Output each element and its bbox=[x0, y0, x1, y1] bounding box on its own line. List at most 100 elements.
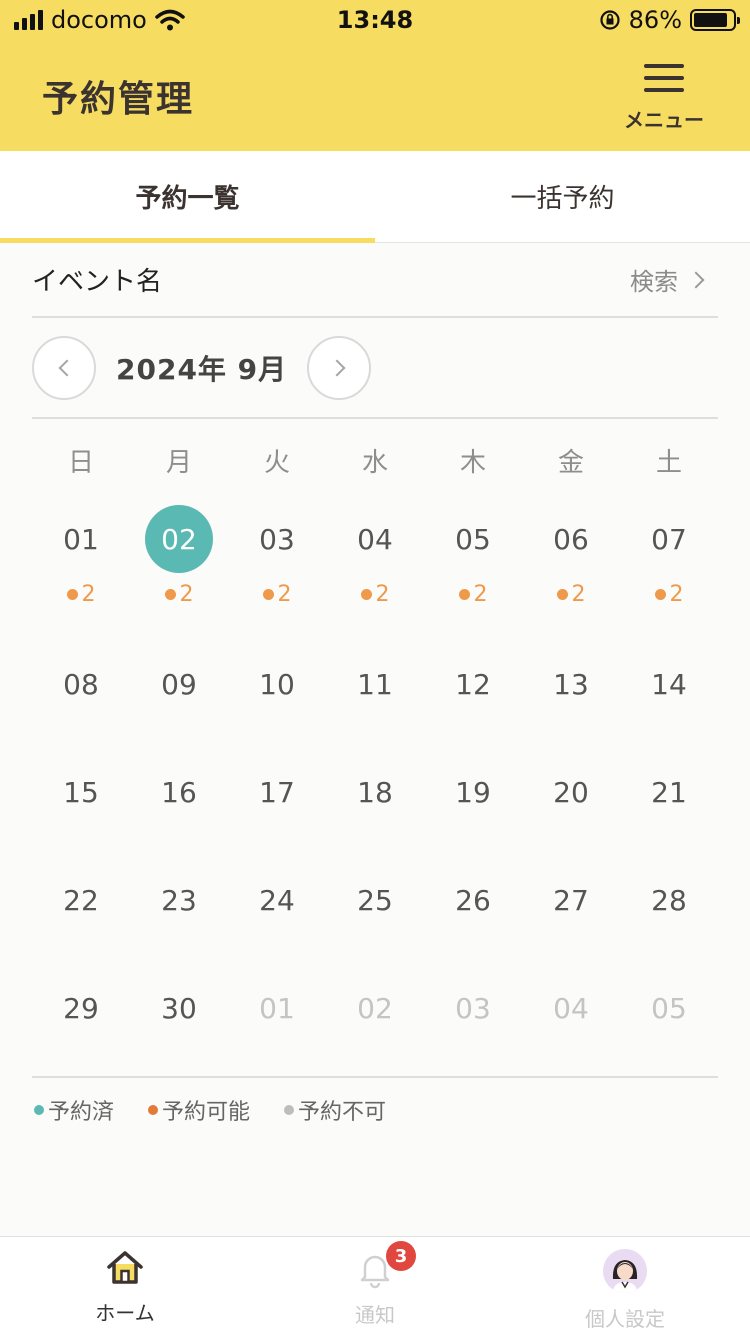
battery-percent: 86% bbox=[628, 6, 682, 34]
availability-dot bbox=[654, 588, 666, 600]
avatar-icon bbox=[603, 1249, 647, 1293]
event-name-row[interactable]: イベント名 検索 bbox=[32, 243, 718, 318]
nav-personal-settings-label: 個人設定 bbox=[585, 1307, 665, 1331]
availability-count: 2 bbox=[66, 581, 96, 607]
weekday-label: 月 bbox=[165, 447, 192, 478]
calendar-day[interactable]: 29 bbox=[32, 974, 130, 1042]
calendar-day[interactable]: 05 bbox=[620, 974, 718, 1042]
calendar-day[interactable]: 08 bbox=[32, 650, 130, 718]
tab-bulk-reservation[interactable]: 一括予約 bbox=[375, 151, 750, 242]
calendar-day[interactable]: 01 2 bbox=[32, 505, 130, 607]
chevron-right-icon bbox=[328, 359, 346, 376]
calendar-day[interactable]: 22 bbox=[32, 866, 130, 934]
availability-count: 2 bbox=[262, 581, 292, 607]
nav-notifications[interactable]: 3 通知 bbox=[250, 1237, 500, 1334]
calendar-day[interactable]: 04 bbox=[522, 974, 620, 1042]
calendar-day[interactable]: 05 2 bbox=[424, 505, 522, 607]
legend-item-unavailable: 予約不可 bbox=[284, 1094, 386, 1126]
orientation-lock-icon bbox=[600, 10, 620, 30]
calendar-day-number: 20 bbox=[553, 775, 589, 809]
calendar-day[interactable]: 21 bbox=[620, 758, 718, 826]
home-icon bbox=[107, 1251, 143, 1284]
availability-count-value: 2 bbox=[669, 581, 684, 607]
status-right: 86% bbox=[599, 6, 740, 34]
status-legend: 予約済 予約可能 予約不可 bbox=[34, 1094, 386, 1126]
calendar-day[interactable]: 02 2 bbox=[130, 505, 228, 607]
nav-home[interactable]: ホーム bbox=[0, 1237, 250, 1334]
calendar-day[interactable]: 26 bbox=[424, 866, 522, 934]
availability-count: 2 bbox=[654, 581, 684, 607]
calendar-day-number: 03 bbox=[259, 522, 295, 556]
availability-count-value: 2 bbox=[375, 581, 390, 607]
month-label: 2024年 9月 bbox=[116, 352, 288, 386]
calendar-day-number: 14 bbox=[651, 667, 687, 701]
calendar-day-number: 04 bbox=[357, 522, 393, 556]
calendar-day[interactable]: 14 bbox=[620, 650, 718, 718]
calendar-day-number: 11 bbox=[357, 667, 393, 701]
calendar-day[interactable]: 10 bbox=[228, 650, 326, 718]
calendar-day[interactable]: 19 bbox=[424, 758, 522, 826]
availability-dot bbox=[66, 588, 78, 600]
calendar-divider bbox=[32, 1076, 718, 1078]
calendar-week: 01 2 02 2 03 2 04 2 05 2 06 2 07 2 bbox=[32, 505, 718, 607]
calendar-day-number: 05 bbox=[455, 522, 491, 556]
calendar-day-number: 04 bbox=[553, 991, 589, 1025]
calendar-day[interactable]: 17 bbox=[228, 758, 326, 826]
calendar-day[interactable]: 18 bbox=[326, 758, 424, 826]
battery-icon bbox=[690, 9, 740, 31]
prev-month-button[interactable] bbox=[32, 335, 96, 400]
availability-count-value: 2 bbox=[473, 581, 488, 607]
calendar-day-number: 30 bbox=[161, 991, 197, 1025]
calendar-day-number: 17 bbox=[259, 775, 295, 809]
calendar-day-number: 10 bbox=[259, 667, 295, 701]
calendar-day[interactable]: 28 bbox=[620, 866, 718, 934]
calendar-day[interactable]: 03 bbox=[424, 974, 522, 1042]
calendar-day[interactable]: 03 2 bbox=[228, 505, 326, 607]
calendar-day-number: 23 bbox=[161, 883, 197, 917]
search-link[interactable]: 検索 bbox=[630, 262, 718, 297]
availability-count: 2 bbox=[458, 581, 488, 607]
calendar-day[interactable]: 12 bbox=[424, 650, 522, 718]
calendar-day-number: 25 bbox=[357, 883, 393, 917]
calendar-day[interactable]: 16 bbox=[130, 758, 228, 826]
calendar-day-number: 29 bbox=[63, 991, 99, 1025]
wifi-icon bbox=[155, 9, 185, 31]
calendar-day[interactable]: 07 2 bbox=[620, 505, 718, 607]
menu-button[interactable]: メニュー bbox=[618, 64, 710, 134]
calendar-day-number: 08 bbox=[63, 667, 99, 701]
calendar-day[interactable]: 01 bbox=[228, 974, 326, 1042]
calendar-day-number: 18 bbox=[357, 775, 393, 809]
calendar-day[interactable]: 02 bbox=[326, 974, 424, 1042]
tab-reservation-list[interactable]: 予約一覧 bbox=[0, 151, 375, 243]
calendar-day[interactable]: 11 bbox=[326, 650, 424, 718]
calendar-day-number: 27 bbox=[553, 883, 589, 917]
calendar-day[interactable]: 27 bbox=[522, 866, 620, 934]
calendar-day-number: 26 bbox=[455, 883, 491, 917]
calendar-day[interactable]: 24 bbox=[228, 866, 326, 934]
calendar-day[interactable]: 04 2 bbox=[326, 505, 424, 607]
legend-label: 予約可能 bbox=[162, 1100, 251, 1125]
calendar-day[interactable]: 15 bbox=[32, 758, 130, 826]
nav-personal-settings[interactable]: 個人設定 bbox=[500, 1237, 750, 1334]
calendar-day-number: 06 bbox=[553, 522, 589, 556]
availability-count-value: 2 bbox=[571, 581, 586, 607]
calendar-day[interactable]: 23 bbox=[130, 866, 228, 934]
battery-fill bbox=[694, 13, 727, 27]
legend-item-reserved: 予約済 bbox=[34, 1094, 114, 1126]
chevron-right-icon bbox=[687, 271, 705, 288]
availability-count: 2 bbox=[164, 581, 194, 607]
calendar-day[interactable]: 13 bbox=[522, 650, 620, 718]
weekday-label: 水 bbox=[361, 447, 388, 478]
calendar-day[interactable]: 20 bbox=[522, 758, 620, 826]
calendar-day[interactable]: 25 bbox=[326, 866, 424, 934]
calendar-day-number: 21 bbox=[651, 775, 687, 809]
calendar-day-number: 01 bbox=[63, 522, 99, 556]
page-title: 予約管理 bbox=[42, 78, 195, 120]
calendar-day[interactable]: 30 bbox=[130, 974, 228, 1042]
calendar-day-number: 02 bbox=[357, 991, 393, 1025]
chevron-left-icon bbox=[58, 359, 75, 376]
nav-notifications-label: 通知 bbox=[355, 1303, 395, 1327]
next-month-button[interactable] bbox=[307, 335, 372, 400]
calendar-day[interactable]: 09 bbox=[130, 650, 228, 718]
calendar-day[interactable]: 06 2 bbox=[522, 505, 620, 607]
